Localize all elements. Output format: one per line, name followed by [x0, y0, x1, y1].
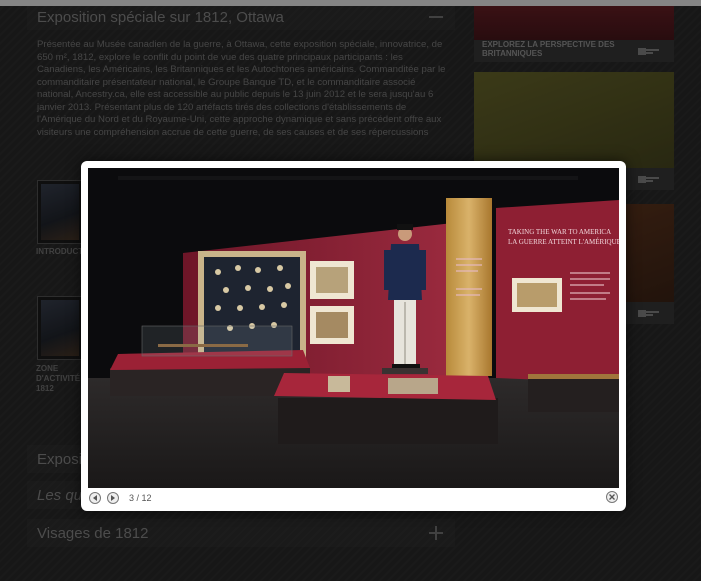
- arrow-left-icon: [93, 495, 97, 501]
- banner-french: LA GUERRE ATTEINT L'AMÉRIQUE: [508, 238, 619, 246]
- arrow-right-icon: [111, 495, 115, 501]
- close-icon: [609, 494, 615, 500]
- exhibit-photo: TAKING THE WAR TO AMERICA LA GUERRE ATTE…: [88, 168, 619, 488]
- gallery-controls: 3 / 12: [89, 491, 152, 505]
- next-button[interactable]: [107, 492, 119, 504]
- banner-english: TAKING THE WAR TO AMERICA: [508, 228, 611, 236]
- image-counter: 3 / 12: [129, 493, 152, 503]
- close-button[interactable]: [606, 491, 618, 503]
- previous-button[interactable]: [89, 492, 101, 504]
- lightbox: TAKING THE WAR TO AMERICA LA GUERRE ATTE…: [81, 161, 626, 511]
